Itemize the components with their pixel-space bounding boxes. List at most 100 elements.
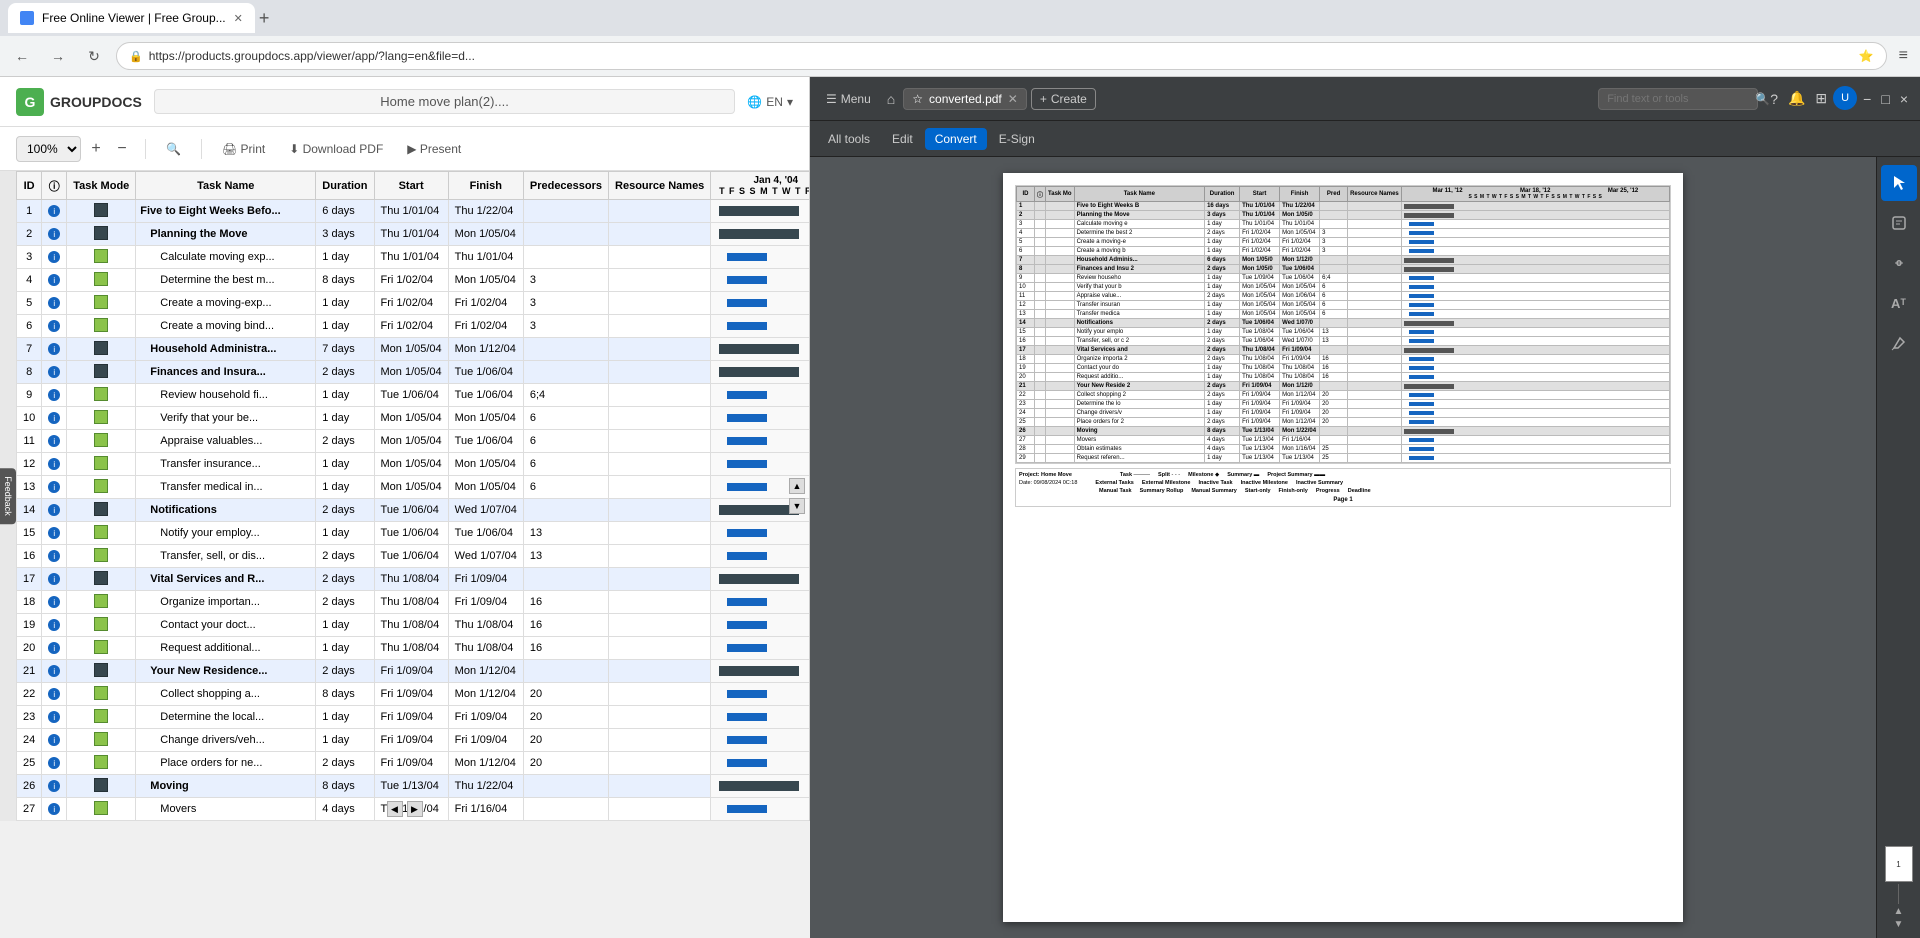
pdf-right-sidebar: Aᵀ 1 ▲ ▼ — [1876, 157, 1920, 938]
pdf-close-icon[interactable]: ✕ — [1008, 92, 1018, 106]
pdf-create-btn[interactable]: + Create — [1031, 88, 1096, 110]
pdf-star-icon: ☆ — [912, 92, 923, 106]
cell-start: Thu 1/01/04 — [374, 246, 448, 269]
pdf-text-tool[interactable]: Aᵀ — [1881, 285, 1917, 321]
pdf-convert-btn[interactable]: Convert — [925, 128, 987, 150]
pdf-search-input[interactable] — [1607, 93, 1749, 105]
pdf-edit-btn[interactable]: Edit — [882, 128, 923, 150]
pdf-all-tools-btn[interactable]: All tools — [818, 128, 880, 150]
gd-logo-text: GROUPDOCS — [50, 94, 142, 110]
gd-header: G GROUPDOCS Home move plan(2).... 🌐 EN ▾ — [0, 77, 809, 127]
cell-id: 19 — [17, 614, 42, 637]
table-row: 22 i Collect shopping a... 8 days Fri 1/… — [17, 683, 810, 706]
col-header-id: ID — [17, 172, 42, 200]
pdf-grid-icon[interactable]: ⊞ — [1811, 86, 1831, 111]
cell-start: Thu 1/08/04 — [374, 568, 448, 591]
cell-info: i — [42, 384, 67, 407]
cell-name: Verify that your be... — [136, 407, 316, 430]
url-bar[interactable]: 🔒 https://products.groupdocs.app/viewer/… — [116, 42, 1887, 70]
gd-lang-selector[interactable]: 🌐 EN ▾ — [747, 95, 793, 109]
pdf-draw-tool[interactable] — [1881, 325, 1917, 361]
zoom-out-btn[interactable]: − — [111, 138, 133, 160]
forward-btn[interactable]: → — [44, 42, 72, 70]
browser-menu-btn[interactable]: ≡ — [1895, 43, 1912, 69]
cell-resource — [609, 568, 711, 591]
cell-pred: 6 — [523, 476, 608, 499]
cell-mode — [67, 706, 136, 729]
search-btn[interactable]: 🔍 — [158, 138, 189, 160]
col-header-start: Start — [374, 172, 448, 200]
pdf-maximize-btn[interactable]: □ — [1877, 86, 1893, 111]
present-btn[interactable]: ▶ Present — [399, 138, 469, 160]
page-thumb-1[interactable]: 1 — [1885, 846, 1913, 882]
horizontal-scroll-controls: ◀ ▶ — [387, 801, 423, 817]
zoom-select[interactable]: 100% 75% 125% 150% — [16, 136, 81, 162]
cell-resource — [609, 729, 711, 752]
cell-mode — [67, 637, 136, 660]
cell-start: Fri 1/09/04 — [374, 752, 448, 775]
plus-icon: + — [1040, 92, 1047, 106]
cell-name: Movers — [136, 798, 316, 821]
cell-pred — [523, 200, 608, 223]
cell-finish: Fri 1/16/04 — [448, 798, 523, 821]
pdf-content[interactable]: ID ⓘ Task Mo Task Name Duration Start Fi… — [810, 157, 1876, 938]
zoom-in-btn[interactable]: + — [85, 138, 107, 160]
back-btn[interactable]: ← — [8, 42, 36, 70]
pdf-user-avatar[interactable]: U — [1833, 86, 1857, 110]
cell-mode — [67, 775, 136, 798]
cell-resource — [609, 269, 711, 292]
scroll-right-btn[interactable]: ▶ — [407, 801, 423, 817]
cell-resource — [609, 292, 711, 315]
cell-gantt-bar — [711, 706, 809, 729]
new-tab-btn[interactable]: + — [259, 9, 270, 27]
download-pdf-btn[interactable]: ⬇ Download PDF — [281, 138, 391, 160]
pdf-table-row: 26 Moving 8 days Tue 1/13/04 Mon 1/22/04 — [1017, 427, 1670, 436]
page-scroll-up[interactable]: ▲ — [1894, 906, 1904, 917]
table-row: 14 i Notifications 2 days Tue 1/06/04 We… — [17, 499, 810, 522]
active-tab[interactable]: Free Online Viewer | Free Group... ✕ — [8, 3, 255, 33]
pdf-minimize-btn[interactable]: − — [1859, 86, 1875, 111]
chevron-down-icon: ▾ — [787, 95, 793, 109]
print-btn[interactable]: 🖨 Print — [214, 138, 273, 160]
scroll-down-btn[interactable]: ▼ — [789, 498, 805, 514]
pdf-annotate-tool[interactable] — [1881, 205, 1917, 241]
table-row: 6 i Create a moving bind... 1 day Fri 1/… — [17, 315, 810, 338]
cell-id: 23 — [17, 706, 42, 729]
scroll-up-btn[interactable]: ▲ — [789, 478, 805, 494]
refresh-btn[interactable]: ↻ — [80, 42, 108, 70]
cell-pred: 16 — [523, 637, 608, 660]
pdf-table-row: 18 Organize importa 2 2 days Thu 1/08/04… — [1017, 355, 1670, 364]
pdf-menu-btn[interactable]: ☰ ☰ Menu Menu — [818, 88, 879, 110]
pdf-esign-btn[interactable]: E-Sign — [989, 128, 1045, 150]
cell-resource — [609, 775, 711, 798]
pdf-close-window-btn[interactable]: × — [1896, 86, 1912, 111]
pdf-cursor-tool[interactable] — [1881, 165, 1917, 201]
browser-chrome: Free Online Viewer | Free Group... ✕ + ←… — [0, 0, 1920, 77]
cell-pred: 3 — [523, 315, 608, 338]
cell-info: i — [42, 683, 67, 706]
cell-mode — [67, 614, 136, 637]
gantt-container[interactable]: ID ⓘ Task Mode Task Name Duration Start … — [16, 171, 809, 821]
pdf-help-icon[interactable]: ? — [1766, 86, 1782, 111]
cell-name: Notify your employ... — [136, 522, 316, 545]
cell-pred: 6 — [523, 430, 608, 453]
tab-close-btn[interactable]: ✕ — [234, 12, 243, 25]
cell-name: Moving — [136, 775, 316, 798]
cell-gantt-bar — [711, 591, 809, 614]
cell-duration: 1 day — [316, 453, 374, 476]
cell-duration: 1 day — [316, 614, 374, 637]
cell-resource — [609, 545, 711, 568]
pdf-table-row: 2 Planning the Move 3 days Thu 1/01/04 M… — [1017, 211, 1670, 220]
page-scroll-down[interactable]: ▼ — [1894, 919, 1904, 930]
cell-info: i — [42, 223, 67, 246]
pdf-search-bar[interactable]: 🔍 — [1598, 88, 1758, 110]
cell-name: Household Administra... — [136, 338, 316, 361]
left-panel-wrapper: G GROUPDOCS Home move plan(2).... 🌐 EN ▾… — [0, 77, 810, 938]
feedback-tab[interactable]: Feedback — [0, 468, 16, 524]
scroll-left-btn[interactable]: ◀ — [387, 801, 403, 817]
pdf-home-btn[interactable]: ⌂ — [883, 87, 899, 111]
table-row: 19 i Contact your doct... 1 day Thu 1/08… — [17, 614, 810, 637]
pdf-bell-icon[interactable]: 🔔 — [1784, 86, 1809, 111]
pdf-link-tool[interactable] — [1881, 245, 1917, 281]
cell-start: Tue 1/13/04 — [374, 775, 448, 798]
